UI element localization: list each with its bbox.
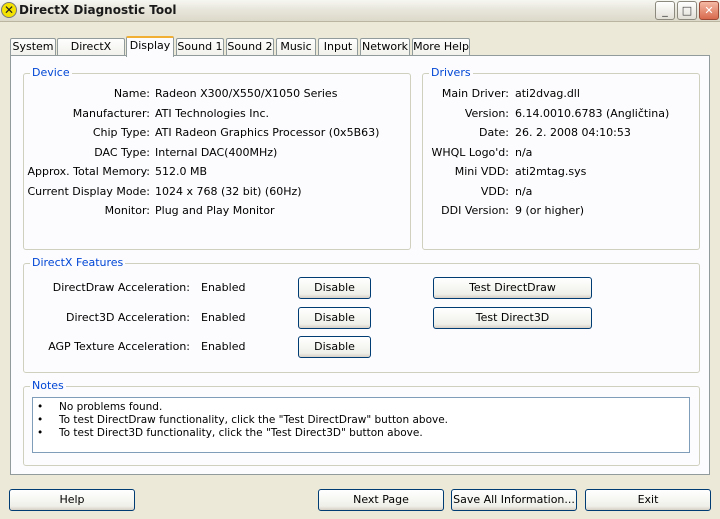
drivers-label: Main Driver:: [441, 87, 509, 100]
device-group-title: Device: [30, 66, 72, 79]
disable-direct3d-button[interactable]: Disable: [298, 307, 371, 329]
drivers-value: n/a: [515, 185, 533, 198]
note-text: No problems found.: [59, 401, 163, 413]
device-value: 1024 x 768 (32 bit) (60Hz): [155, 185, 302, 198]
notes-text-box[interactable]: • No problems found. • To test DirectDraw …: [32, 397, 690, 453]
drivers-row-date: Date: 26. 2. 2008 04:10:53: [423, 126, 699, 140]
note-text: To test Direct3D functionality, click th…: [59, 427, 423, 439]
drivers-label: DDI Version:: [441, 204, 509, 217]
drivers-row-whql: WHQL Logo'd: n/a: [423, 146, 699, 160]
device-value: ATI Radeon Graphics Processor (0x5B63): [155, 126, 380, 139]
tab-network[interactable]: Network: [360, 38, 410, 56]
tab-music[interactable]: Music: [276, 38, 316, 56]
agp-texture-acceleration-label: AGP Texture Acceleration:: [48, 340, 190, 353]
device-label: DAC Type:: [94, 146, 150, 159]
directdraw-acceleration-label: DirectDraw Acceleration:: [52, 281, 190, 294]
device-value: Internal DAC(400MHz): [155, 146, 278, 159]
note-bullet: •: [37, 427, 44, 439]
note-bullet: •: [37, 401, 44, 413]
device-row-display-mode: Current Display Mode: 1024 x 768 (32 bit…: [24, 185, 412, 199]
directx-app-icon: ✕: [1, 2, 17, 18]
drivers-group-title: Drivers: [429, 66, 473, 79]
note-bullet: •: [37, 414, 44, 426]
disable-directdraw-button[interactable]: Disable: [298, 277, 371, 299]
exit-button[interactable]: Exit: [585, 489, 711, 511]
drivers-row-ddi-version: DDI Version: 9 (or higher): [423, 204, 699, 218]
drivers-value: 9 (or higher): [515, 204, 585, 217]
drivers-value: 6.14.0010.6783 (Angličtina): [515, 107, 670, 120]
note-text: To test DirectDraw functionality, click …: [59, 414, 449, 426]
agp-texture-acceleration-status: Enabled: [201, 340, 246, 353]
tab-display[interactable]: Display: [126, 36, 174, 57]
drivers-value: n/a: [515, 146, 533, 159]
device-row-monitor: Monitor: Plug and Play Monitor: [24, 204, 412, 218]
drivers-label: Version:: [464, 107, 509, 120]
drivers-row-mini-vdd: Mini VDD: ati2mtag.sys: [423, 165, 699, 179]
drivers-label: WHQL Logo'd:: [431, 146, 509, 159]
test-directdraw-button[interactable]: Test DirectDraw: [433, 277, 592, 299]
help-button[interactable]: Help: [9, 489, 135, 511]
features-group-title: DirectX Features: [30, 256, 126, 269]
next-page-button[interactable]: Next Page: [318, 489, 444, 511]
note-line: • To test Direct3D functionality, click t…: [37, 427, 423, 440]
close-button[interactable]: ✕: [699, 1, 719, 20]
tab-more-help[interactable]: More Help: [412, 38, 470, 56]
drivers-group: Drivers Main Driver: ati2dvag.dll Versio…: [422, 66, 700, 250]
device-label: Manufacturer:: [72, 107, 150, 120]
device-label: Name:: [113, 87, 150, 100]
tab-system[interactable]: System: [10, 38, 56, 56]
device-group: Device Name: Radeon X300/X550/X1050 Seri…: [23, 66, 412, 250]
maximize-button[interactable]: □: [677, 1, 697, 20]
device-label: Approx. Total Memory:: [27, 165, 151, 178]
drivers-row-vdd: VDD: n/a: [423, 185, 699, 199]
tab-sound-1[interactable]: Sound 1: [176, 38, 224, 56]
drivers-row-main-driver: Main Driver: ati2dvag.dll: [423, 87, 699, 101]
notes-group: Notes • No problems found. • To test Direc…: [23, 379, 700, 466]
display-tab-panel: Device Name: Radeon X300/X550/X1050 Seri…: [10, 55, 710, 475]
notes-group-title: Notes: [30, 379, 66, 392]
minimize-button[interactable]: _: [655, 1, 675, 20]
device-row-chip-type: Chip Type: ATI Radeon Graphics Processor…: [24, 126, 412, 140]
note-line: • No problems found.: [37, 401, 162, 414]
device-value: Plug and Play Monitor: [155, 204, 275, 217]
drivers-row-version: Version: 6.14.0010.6783 (Angličtina): [423, 107, 699, 121]
tab-input[interactable]: Input: [318, 38, 358, 56]
drivers-label: VDD:: [480, 185, 509, 198]
drivers-value: ati2mtag.sys: [515, 165, 587, 178]
device-value: 512.0 MB: [155, 165, 208, 178]
device-row-dac-type: DAC Type: Internal DAC(400MHz): [24, 146, 412, 160]
drivers-label: Date:: [479, 126, 509, 139]
title-bar[interactable]: ✕ DirectX Diagnostic Tool _ □ ✕: [0, 0, 720, 22]
device-value: ATI Technologies Inc.: [155, 107, 270, 120]
direct3d-acceleration-label: Direct3D Acceleration:: [66, 311, 190, 324]
device-row-memory: Approx. Total Memory: 512.0 MB: [24, 165, 412, 179]
tab-directx-files[interactable]: DirectX Files: [57, 38, 125, 69]
window-title: DirectX Diagnostic Tool: [19, 3, 177, 17]
disable-agp-texture-button[interactable]: Disable: [298, 336, 371, 358]
drivers-value: 26. 2. 2008 04:10:53: [515, 126, 631, 139]
note-line: • To test DirectDraw functionality, click…: [37, 414, 448, 427]
test-direct3d-button[interactable]: Test Direct3D: [433, 307, 592, 329]
save-all-information-button[interactable]: Save All Information...: [451, 489, 577, 511]
direct3d-acceleration-status: Enabled: [201, 311, 246, 324]
device-row-manufacturer: Manufacturer: ATI Technologies Inc.: [24, 107, 412, 121]
device-row-name: Name: Radeon X300/X550/X1050 Series: [24, 87, 412, 101]
device-value: Radeon X300/X550/X1050 Series: [155, 87, 338, 100]
directx-features-group: DirectX Features DirectDraw Acceleration…: [23, 256, 700, 373]
tab-sound-2[interactable]: Sound 2: [226, 38, 274, 56]
device-label: Monitor:: [104, 204, 150, 217]
drivers-label: Mini VDD:: [454, 165, 509, 178]
device-label: Chip Type:: [92, 126, 150, 139]
directdraw-acceleration-status: Enabled: [201, 281, 246, 294]
drivers-value: ati2dvag.dll: [515, 87, 580, 100]
device-label: Current Display Mode:: [27, 185, 150, 198]
